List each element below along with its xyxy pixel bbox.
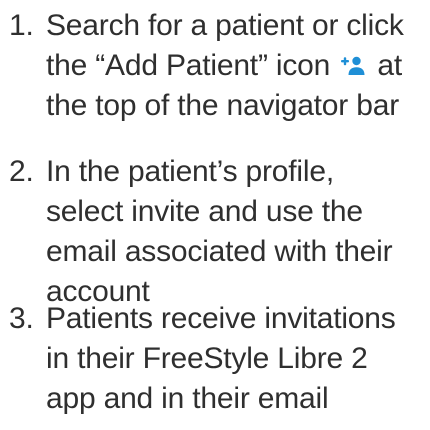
add-patient-icon [341,56,365,75]
instruction-steps: 1. Search for a patient or click the “Ad… [0,0,430,430]
step-text-line: Patients receive invitations [46,302,396,335]
step-text-line: the “Add Patient” icon at [46,46,402,86]
step-number: 2. [9,155,34,188]
step-text-fragment: the “Add Patient” icon [46,49,331,82]
step-number: 3. [9,302,34,335]
step-number: 1. [9,9,34,42]
step-text-fragment: at [377,49,403,82]
step-text-line: email associated with their [46,235,393,268]
step-text-line: in their FreeStyle Libre 2 [46,342,368,375]
step-text-line: app and in their email [46,382,329,415]
step-text-line: select invite and use the [46,195,363,228]
step-text-line: Search for a patient or click [46,9,404,42]
step-text-line: the top of the navigator bar [46,89,399,122]
step-text-line: In the patient’s profile, [46,155,334,188]
